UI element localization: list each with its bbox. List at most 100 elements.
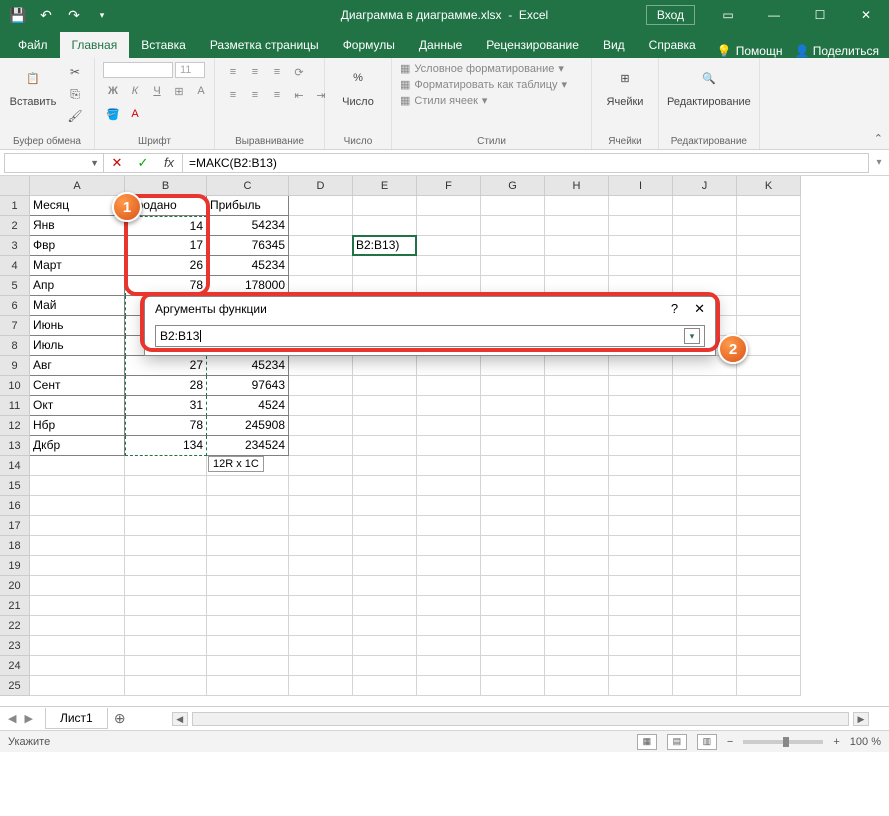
cell-styles-button[interactable]: ▦ Стили ячеек ▾: [400, 94, 487, 107]
column-header-I[interactable]: I: [609, 176, 673, 196]
cell-F20[interactable]: [417, 576, 481, 596]
cell-I18[interactable]: [609, 536, 673, 556]
cell-J1[interactable]: [673, 196, 737, 216]
cell-K10[interactable]: [737, 376, 801, 396]
cell-J5[interactable]: [673, 276, 737, 296]
cell-D23[interactable]: [289, 636, 353, 656]
zoom-slider[interactable]: [743, 740, 823, 744]
cell-A15[interactable]: [30, 476, 125, 496]
row-header-14[interactable]: 14: [0, 456, 30, 476]
cell-F19[interactable]: [417, 556, 481, 576]
cell-D10[interactable]: [289, 376, 353, 396]
cell-G13[interactable]: [481, 436, 545, 456]
cell-D15[interactable]: [289, 476, 353, 496]
font-name-select[interactable]: [103, 62, 173, 78]
cell-D1[interactable]: [289, 196, 353, 216]
align-left-icon[interactable]: ≡: [223, 85, 243, 105]
cut-icon[interactable]: ✂: [64, 62, 86, 82]
tab-help[interactable]: Справка: [637, 32, 708, 58]
cell-B18[interactable]: [125, 536, 207, 556]
cell-B5[interactable]: 78: [125, 276, 207, 296]
column-header-H[interactable]: H: [545, 176, 609, 196]
hscroll-right-icon[interactable]: ▶: [853, 712, 869, 726]
cell-E14[interactable]: [353, 456, 417, 476]
cell-K2[interactable]: [737, 216, 801, 236]
cell-E10[interactable]: [353, 376, 417, 396]
cell-E20[interactable]: [353, 576, 417, 596]
cell-I22[interactable]: [609, 616, 673, 636]
cell-I10[interactable]: [609, 376, 673, 396]
cell-F1[interactable]: [417, 196, 481, 216]
hscroll-left-icon[interactable]: ◀: [172, 712, 188, 726]
row-header-25[interactable]: 25: [0, 676, 30, 696]
spreadsheet-grid[interactable]: ABCDEFGHIJK 1234567891011121314151617181…: [0, 176, 889, 706]
cell-J25[interactable]: [673, 676, 737, 696]
cell-C5[interactable]: 178000: [207, 276, 289, 296]
cell-A18[interactable]: [30, 536, 125, 556]
row-header-12[interactable]: 12: [0, 416, 30, 436]
cell-I23[interactable]: [609, 636, 673, 656]
formula-accept-icon[interactable]: ✓: [130, 153, 156, 173]
formula-expand-icon[interactable]: ▾: [869, 157, 889, 168]
cell-G22[interactable]: [481, 616, 545, 636]
cell-J18[interactable]: [673, 536, 737, 556]
dialog-collapse-icon[interactable]: ▾: [684, 328, 700, 344]
cell-H17[interactable]: [545, 516, 609, 536]
cell-A11[interactable]: Окт: [30, 396, 125, 416]
view-pagebreak-icon[interactable]: ▥: [697, 734, 717, 750]
cell-J19[interactable]: [673, 556, 737, 576]
border-icon[interactable]: ⊞: [169, 81, 189, 101]
cell-A14[interactable]: [30, 456, 125, 476]
editing-button[interactable]: 🔍 Редактирование: [667, 62, 751, 108]
cell-F9[interactable]: [417, 356, 481, 376]
cell-J15[interactable]: [673, 476, 737, 496]
cell-F25[interactable]: [417, 676, 481, 696]
cell-J11[interactable]: [673, 396, 737, 416]
cell-F24[interactable]: [417, 656, 481, 676]
formula-cancel-icon[interactable]: ✕: [104, 153, 130, 173]
paste-button[interactable]: 📋 Вставить: [8, 62, 58, 108]
row-header-24[interactable]: 24: [0, 656, 30, 676]
cell-K3[interactable]: [737, 236, 801, 256]
row-header-15[interactable]: 15: [0, 476, 30, 496]
cell-E18[interactable]: [353, 536, 417, 556]
cell-I11[interactable]: [609, 396, 673, 416]
cell-G18[interactable]: [481, 536, 545, 556]
cell-I25[interactable]: [609, 676, 673, 696]
dialog-help-icon[interactable]: ?: [671, 301, 678, 317]
qat-dropdown-icon[interactable]: ▾: [90, 3, 114, 27]
view-pagelayout-icon[interactable]: ▤: [667, 734, 687, 750]
cell-I19[interactable]: [609, 556, 673, 576]
column-header-C[interactable]: C: [207, 176, 289, 196]
row-header-11[interactable]: 11: [0, 396, 30, 416]
cell-C9[interactable]: 45234: [207, 356, 289, 376]
cell-I13[interactable]: [609, 436, 673, 456]
cell-F10[interactable]: [417, 376, 481, 396]
cell-G3[interactable]: [481, 236, 545, 256]
cell-F14[interactable]: [417, 456, 481, 476]
cell-J20[interactable]: [673, 576, 737, 596]
formula-input[interactable]: =МАКС(B2:B13): [183, 153, 869, 173]
cell-B24[interactable]: [125, 656, 207, 676]
cell-D4[interactable]: [289, 256, 353, 276]
cell-C15[interactable]: [207, 476, 289, 496]
cell-C2[interactable]: 54234: [207, 216, 289, 236]
cell-H25[interactable]: [545, 676, 609, 696]
cell-A23[interactable]: [30, 636, 125, 656]
column-header-J[interactable]: J: [673, 176, 737, 196]
minimize-icon[interactable]: —: [751, 0, 797, 30]
tab-home[interactable]: Главная: [60, 32, 130, 58]
function-arguments-dialog[interactable]: Аргументы функции ? ✕ B2:B13 ▾: [144, 296, 716, 356]
name-box[interactable]: ▼: [4, 153, 104, 173]
cell-H11[interactable]: [545, 396, 609, 416]
cell-B20[interactable]: [125, 576, 207, 596]
cell-D3[interactable]: [289, 236, 353, 256]
align-bot-icon[interactable]: ≡: [267, 62, 287, 82]
cell-G23[interactable]: [481, 636, 545, 656]
format-painter-icon[interactable]: 🖌: [64, 106, 86, 126]
cell-C20[interactable]: [207, 576, 289, 596]
cell-F21[interactable]: [417, 596, 481, 616]
ribbon-options-icon[interactable]: ▭: [705, 0, 751, 30]
cell-I9[interactable]: [609, 356, 673, 376]
cell-E5[interactable]: [353, 276, 417, 296]
